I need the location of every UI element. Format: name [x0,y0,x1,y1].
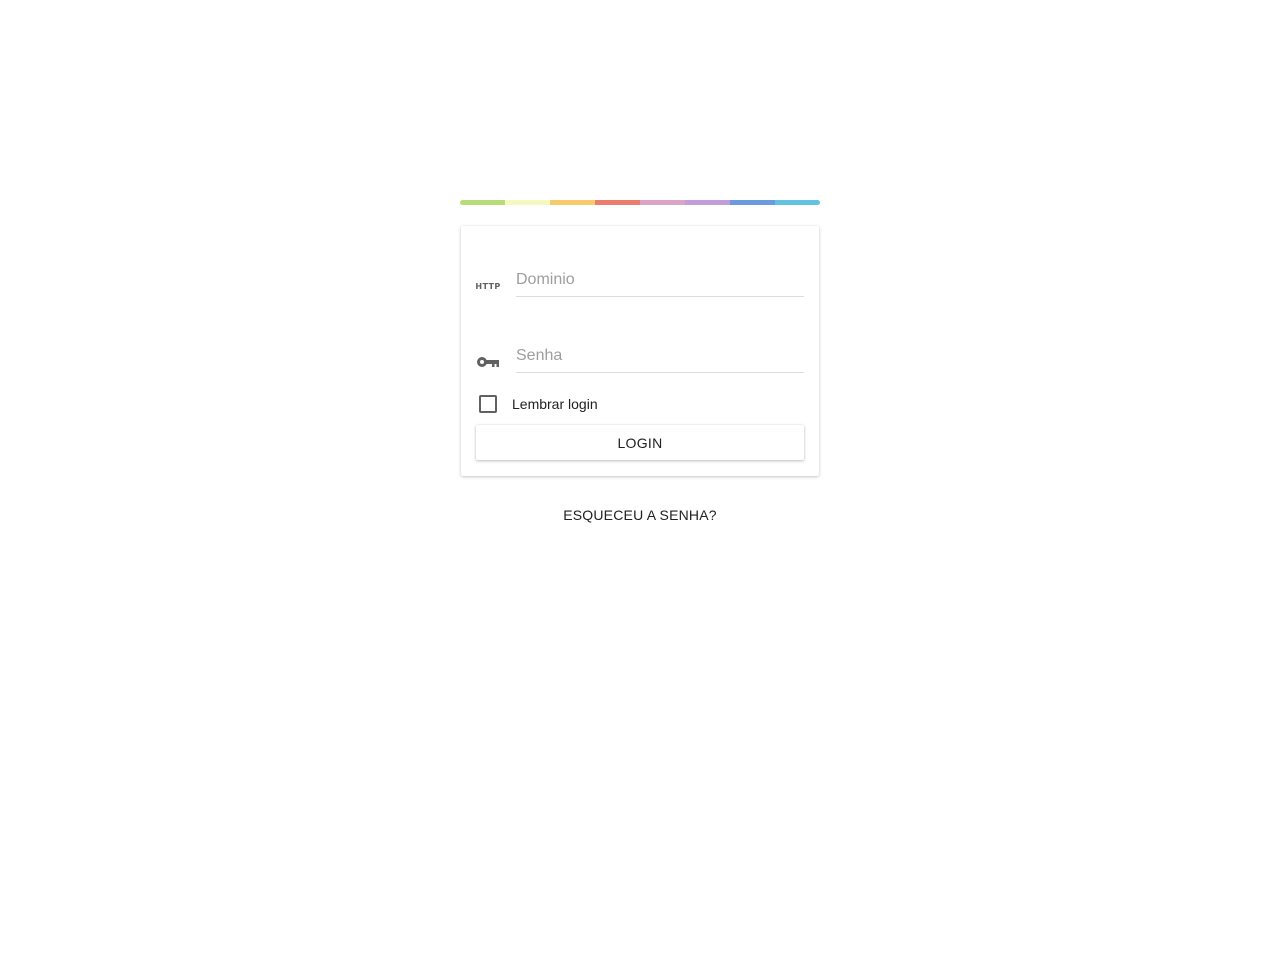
domain-input[interactable] [516,264,804,297]
remember-login-label: Lembrar login [512,396,598,412]
password-field-row [476,340,804,380]
color-stripe-segment [640,200,685,205]
key-icon [476,354,500,370]
forgot-password-link[interactable]: ESQUECEU A SENHA? [460,507,820,523]
color-stripe-segment [730,200,775,205]
password-input[interactable] [516,340,804,373]
checkbox-box[interactable] [479,395,497,413]
color-stripe-segment [550,200,595,205]
domain-field-row: HTTP [475,264,804,304]
color-stripe-segment [685,200,730,205]
color-stripe-segment [775,200,820,205]
remember-login-checkbox[interactable]: Lembrar login [479,395,598,413]
color-stripe-segment [505,200,550,205]
login-card: HTTP Lembrar login LOGIN [461,226,819,476]
login-button[interactable]: LOGIN [476,425,804,460]
color-stripe-segment [460,200,505,205]
color-stripe-segment [595,200,640,205]
color-stripe [460,200,820,205]
http-icon: HTTP [475,281,501,291]
